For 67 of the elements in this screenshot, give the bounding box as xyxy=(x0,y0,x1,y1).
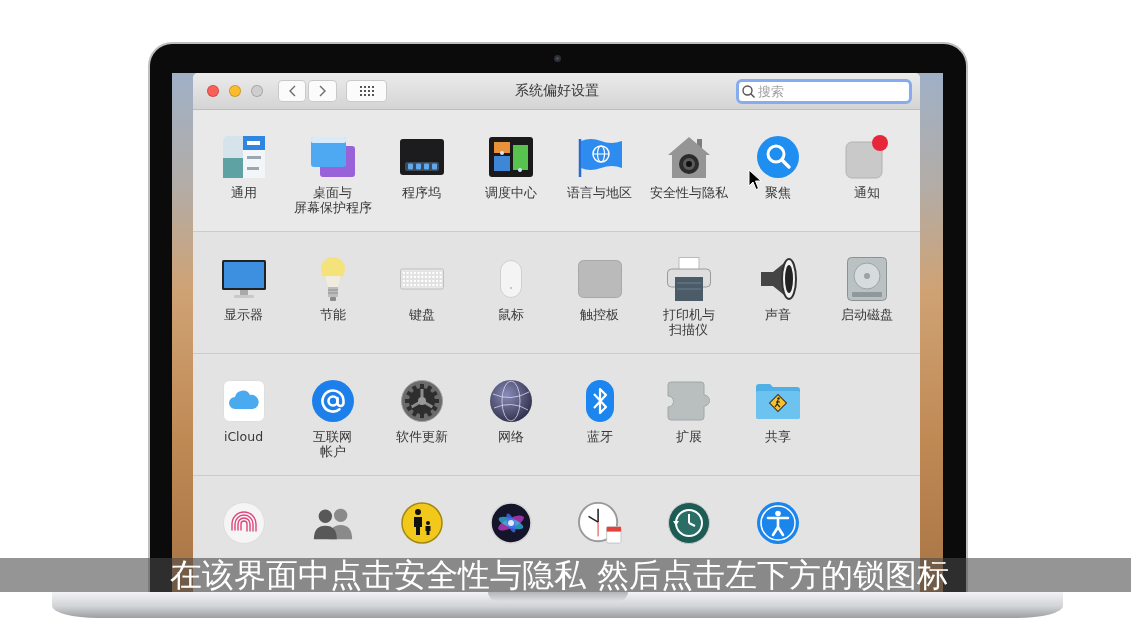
camera-lens-icon xyxy=(554,55,561,62)
cloud-icon xyxy=(222,380,265,422)
menu-panel-icon xyxy=(222,136,265,178)
pane-button[interactable]: 键盘 xyxy=(399,257,444,337)
pane-button[interactable]: 节能 xyxy=(310,257,355,337)
search-field[interactable]: 搜索 xyxy=(736,78,912,104)
close-button[interactable] xyxy=(207,85,219,97)
chevron-right-icon xyxy=(319,85,326,97)
speaker-icon xyxy=(758,257,797,301)
grid-icon xyxy=(359,86,374,96)
forward-button[interactable] xyxy=(308,80,337,102)
pane-button[interactable]: 语言与地区 xyxy=(567,135,632,215)
pane-button[interactable]: 扩展 xyxy=(666,379,711,459)
pane-button[interactable] xyxy=(399,501,444,545)
pane-button[interactable]: 共享 xyxy=(755,379,800,459)
pane-button[interactable]: 软件更新 xyxy=(395,379,448,459)
history-clock-icon xyxy=(667,502,710,544)
pane-button[interactable]: 安全性与隐私 xyxy=(649,135,728,215)
shared-folder-icon xyxy=(755,383,800,419)
flag-globe-icon xyxy=(577,137,622,177)
mouse-pointer-icon xyxy=(748,169,762,191)
fingerprint-icon xyxy=(222,502,265,544)
at-sign-icon xyxy=(311,380,354,422)
pane-button[interactable]: 程序坞 xyxy=(399,135,444,215)
pane-button[interactable] xyxy=(666,501,711,545)
gear-icon xyxy=(400,380,443,422)
pane-button[interactable]: 鼠标 xyxy=(488,257,533,337)
pane-button[interactable]: iCloud xyxy=(221,379,266,459)
clock-calendar-icon xyxy=(577,501,622,545)
globe-icon xyxy=(489,380,532,422)
chevron-left-icon xyxy=(288,85,296,97)
pane-button[interactable]: 调度中心 xyxy=(484,135,537,215)
mouse-icon xyxy=(499,260,522,298)
window-title: 系统偏好设置 xyxy=(514,82,599,100)
pane-button[interactable]: 声音 xyxy=(755,257,800,337)
notification-badge-icon xyxy=(844,135,889,179)
window-grid-icon xyxy=(488,137,533,177)
colorful-orb-icon xyxy=(489,502,532,544)
bluetooth-icon xyxy=(585,380,614,422)
window-stack-icon xyxy=(310,137,355,177)
show-all-button[interactable] xyxy=(346,80,387,102)
puzzle-piece-icon xyxy=(666,381,711,421)
pane-button[interactable]: 启动磁盘 xyxy=(840,257,893,337)
trackpad-icon xyxy=(577,260,622,298)
search-icon xyxy=(742,84,755,98)
pane-button[interactable]: 桌面与 屏幕保护程序 xyxy=(293,135,372,215)
monitor-icon xyxy=(221,260,266,298)
subtitle-caption: 在该界面中点击安全性与隐私 然后点击左下方的锁图标 xyxy=(0,558,1131,592)
dock-icon xyxy=(399,139,444,175)
accessibility-icon xyxy=(756,502,799,544)
minimize-button[interactable] xyxy=(229,85,241,97)
light-bulb-icon xyxy=(319,257,346,301)
pane-button[interactable]: 蓝牙 xyxy=(577,379,622,459)
pane-button[interactable]: 通知 xyxy=(844,135,889,215)
printer-icon xyxy=(666,257,711,301)
pane-button[interactable]: 触控板 xyxy=(577,257,622,337)
house-icon xyxy=(667,136,710,178)
pane-button[interactable]: 显示器 xyxy=(221,257,266,337)
magnifier-icon xyxy=(756,136,799,178)
pane-button[interactable]: 网络 xyxy=(488,379,533,459)
keyboard-icon xyxy=(399,268,444,290)
parent-child-icon xyxy=(400,502,443,544)
pane-button[interactable]: 通用 xyxy=(221,135,266,215)
back-button[interactable] xyxy=(278,80,306,102)
pane-button[interactable]: 聚焦 xyxy=(755,135,800,215)
pane-button[interactable]: 互联网 帐户 xyxy=(310,379,355,459)
pane-button[interactable]: 打印机与 扫描仪 xyxy=(662,257,715,337)
